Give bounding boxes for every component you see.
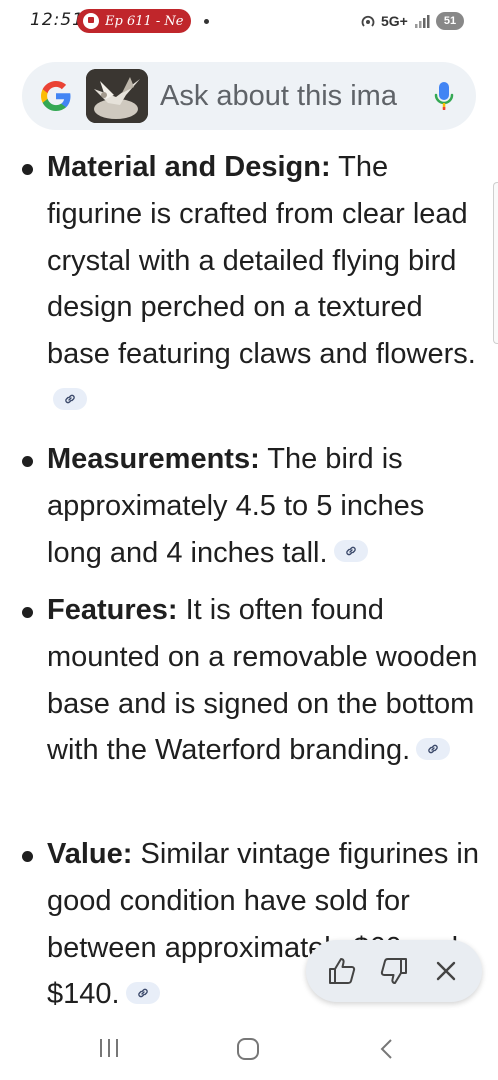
link-icon bbox=[137, 988, 148, 997]
list-item-label: Material and Design: bbox=[47, 151, 331, 183]
recents-icon[interactable] bbox=[98, 1038, 120, 1058]
close-icon[interactable] bbox=[430, 955, 462, 987]
list-item-text: Features: It is often found mounted on a… bbox=[47, 587, 479, 774]
battery-icon: 51 bbox=[436, 12, 464, 30]
notification-text: Ep 611 - Ne bbox=[105, 13, 184, 29]
search-input[interactable]: Ask about this ima bbox=[160, 79, 408, 113]
link-icon bbox=[345, 546, 356, 556]
list-item-body: The figurine is crafted from clear lead … bbox=[47, 151, 476, 371]
mic-icon[interactable] bbox=[433, 80, 455, 114]
bullet-dot bbox=[22, 164, 33, 175]
source-link-chip[interactable] bbox=[125, 981, 160, 1004]
list-item-text: Material and Design: The figurine is cra… bbox=[47, 144, 479, 425]
source-link-chip[interactable] bbox=[333, 539, 368, 562]
bullet-dot bbox=[22, 851, 33, 862]
search-bar[interactable]: Ask about this ima bbox=[22, 62, 476, 130]
notification-app-icon bbox=[83, 13, 99, 29]
link-icon bbox=[428, 744, 438, 753]
google-logo-icon[interactable] bbox=[38, 78, 74, 114]
home-icon[interactable] bbox=[236, 1038, 260, 1060]
notification-pill[interactable]: Ep 611 - Ne bbox=[77, 9, 191, 33]
status-bar: 12:51 Ep 611 - Ne 5G+ 51 bbox=[0, 0, 498, 44]
back-icon[interactable] bbox=[378, 1038, 396, 1060]
image-thumbnail[interactable] bbox=[86, 69, 148, 123]
source-link-chip[interactable] bbox=[53, 388, 87, 411]
more-notifications-dot bbox=[204, 19, 209, 24]
source-link-chip[interactable] bbox=[416, 737, 451, 760]
feedback-pill bbox=[306, 940, 482, 1002]
bullet-dot bbox=[22, 456, 33, 467]
thumbs-down-icon[interactable] bbox=[378, 955, 410, 987]
list-item-label: Features: bbox=[47, 594, 178, 626]
list-item-text: Measurements: The bird is approximately … bbox=[47, 436, 479, 576]
scrollbar-thumb[interactable] bbox=[493, 182, 498, 344]
status-time: 12:51 bbox=[30, 10, 84, 30]
list-item-label: Value: bbox=[47, 838, 133, 870]
hotspot-icon bbox=[361, 15, 375, 27]
signal-icon bbox=[415, 15, 430, 28]
bullet-dot bbox=[22, 607, 33, 618]
network-label: 5G+ bbox=[381, 13, 408, 29]
system-nav-bar bbox=[0, 1018, 498, 1080]
list-item-label: Measurements: bbox=[47, 443, 260, 475]
link-icon bbox=[65, 395, 75, 404]
thumbs-up-icon[interactable] bbox=[326, 955, 358, 987]
